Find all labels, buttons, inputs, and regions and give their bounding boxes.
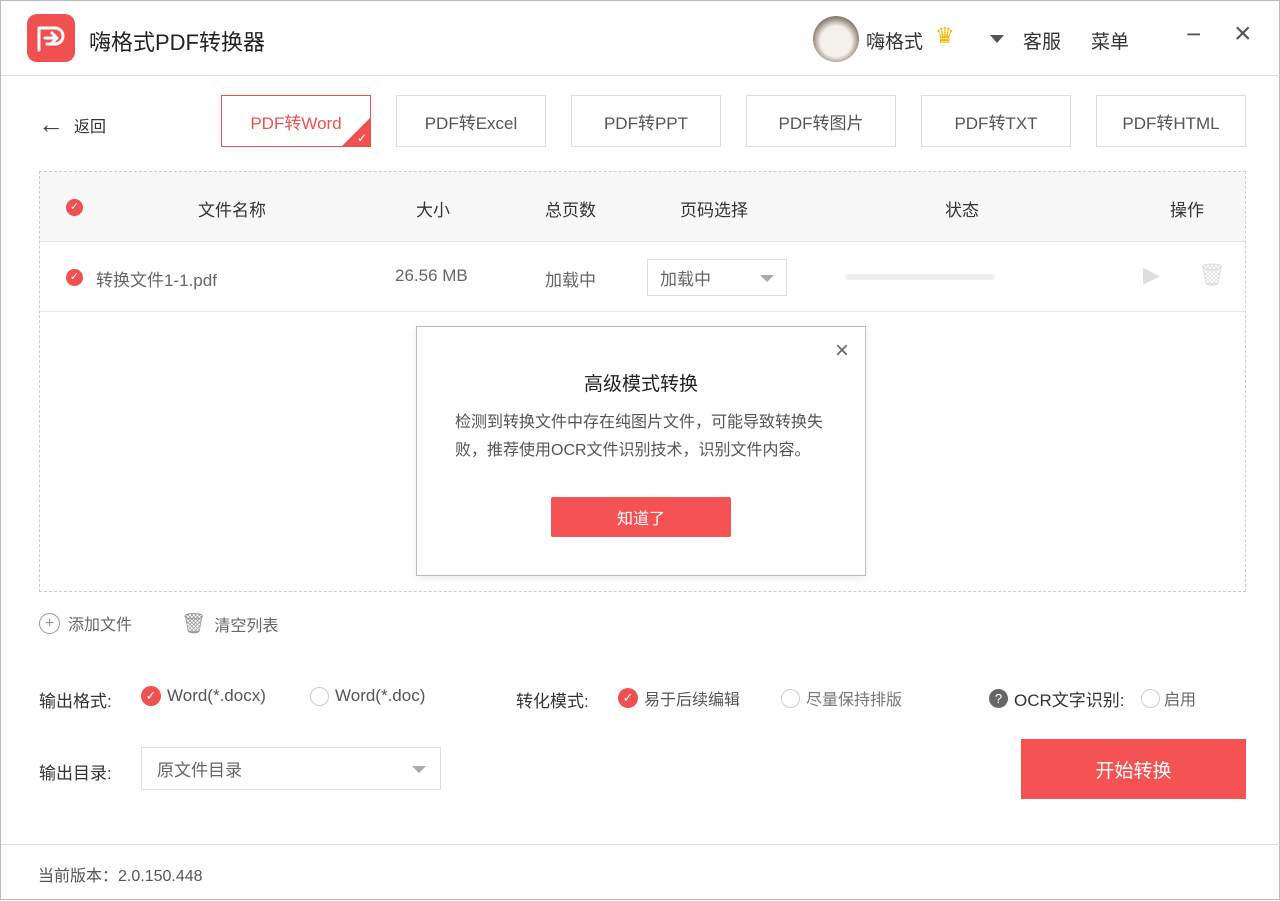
ocr-option: ? OCR文字识别: <box>989 686 1125 711</box>
file-name: 转换文件1-1.pdf <box>96 271 217 290</box>
header-action: 操作 <box>1170 201 1204 220</box>
output-dir-select[interactable]: 原文件目录 <box>141 747 441 790</box>
select-all-checkbox[interactable]: ✓ <box>66 199 83 216</box>
add-file-button[interactable]: + 添加文件 <box>39 611 132 635</box>
tab-pdf-to-excel[interactable]: PDF转Excel <box>396 95 546 147</box>
close-button[interactable]: × <box>1234 19 1252 49</box>
start-convert-button[interactable]: 开始转换 <box>1021 739 1246 799</box>
page-range-select[interactable]: 加载中 <box>647 259 787 296</box>
ocr-label: OCR文字识别: <box>1014 691 1125 710</box>
row-checkbox[interactable]: ✓ <box>66 269 83 286</box>
version-text: 当前版本：2.0.150.448 <box>38 868 203 885</box>
play-icon[interactable]: ▶ <box>1143 262 1160 288</box>
check-icon: ✓ <box>356 131 367 145</box>
header-size: 大小 <box>416 201 450 220</box>
checked-icon: ✓ <box>141 686 161 706</box>
tab-pdf-to-ppt[interactable]: PDF转PPT <box>571 95 721 147</box>
output-dir-label: 输出目录: <box>39 764 112 783</box>
checked-icon: ✓ <box>618 688 638 708</box>
header-status: 状态 <box>945 201 979 220</box>
chevron-down-icon <box>412 765 426 773</box>
trash-icon[interactable]: 🗑 <box>1198 262 1226 288</box>
dialog-message: 检测到转换文件中存在纯图片文件，可能导致转换失败，推荐使用OCR文件识别技术，识… <box>455 414 824 459</box>
header-name: 文件名称 <box>198 201 266 220</box>
support-button[interactable]: 客服 <box>1023 27 1061 54</box>
clear-list-button[interactable]: 🗑 清空列表 <box>181 611 278 636</box>
output-dir-value: 原文件目录 <box>157 761 242 780</box>
chevron-down-icon <box>760 274 774 282</box>
page-range-value: 加载中 <box>660 270 711 289</box>
mode-layout-radio[interactable]: 尽量保持排版 <box>781 686 902 710</box>
app-logo <box>27 14 75 62</box>
tab-pdf-to-txt[interactable]: PDF转TXT <box>921 95 1071 147</box>
app-title: 嗨格式PDF转换器 <box>89 30 266 55</box>
tab-pdf-to-word[interactable]: PDF转Word ✓ <box>221 95 371 147</box>
tab-pdf-to-html[interactable]: PDF转HTML <box>1096 95 1246 147</box>
radio-icon <box>781 688 800 708</box>
dialog-title: 高级模式转换 <box>583 374 698 395</box>
format-docx-label: Word(*.docx) <box>167 686 266 705</box>
ocr-enable-label: 启用 <box>1164 692 1197 709</box>
ocr-enable-radio[interactable]: 启用 <box>1141 686 1196 710</box>
menu-button[interactable]: 菜单 <box>1091 27 1129 54</box>
format-doc-label: Word(*.doc) <box>335 686 426 705</box>
back-button[interactable]: ← 返回 <box>38 109 106 140</box>
add-file-label: 添加文件 <box>68 617 133 634</box>
back-label: 返回 <box>74 118 107 136</box>
format-doc-radio[interactable]: Word(*.doc) <box>310 686 425 706</box>
output-format-label: 输出格式: <box>39 692 112 711</box>
advanced-mode-dialog: × 高级模式转换 检测到转换文件中存在纯图片文件，可能导致转换失败，推荐使用OC… <box>416 326 866 576</box>
plus-circle-icon: + <box>39 612 60 634</box>
minimize-button[interactable]: − <box>1186 19 1201 50</box>
tab-label: PDF转Word <box>250 113 342 133</box>
header-range: 页码选择 <box>680 201 748 220</box>
mode-edit-label: 易于后续编辑 <box>644 692 741 709</box>
table-header: ✓ 文件名称 大小 总页数 页码选择 状态 操作 <box>40 172 1245 242</box>
mode-layout-label: 尽量保持排版 <box>806 692 903 709</box>
clear-list-label: 清空列表 <box>214 617 279 635</box>
table-row: ✓ 转换文件1-1.pdf 26.56 MB 加载中 加载中 ▶ 🗑 <box>40 242 1245 312</box>
trash-icon: 🗑 <box>181 613 207 635</box>
mode-label: 转化模式: <box>516 692 589 711</box>
file-size: 26.56 MB <box>395 266 468 285</box>
header-pages: 总页数 <box>545 201 596 220</box>
vip-crown-icon: ♛ <box>935 23 955 48</box>
footer: 当前版本：2.0.150.448 <box>1 844 1280 901</box>
mode-edit-radio[interactable]: ✓ 易于后续编辑 <box>618 686 740 710</box>
radio-icon <box>310 686 329 706</box>
close-icon[interactable]: × <box>835 337 849 365</box>
format-docx-radio[interactable]: ✓ Word(*.docx) <box>141 686 266 706</box>
help-icon[interactable]: ? <box>989 689 1008 708</box>
progress-bar <box>845 274 995 280</box>
ok-button[interactable]: 知道了 <box>551 497 731 537</box>
arrow-left-icon: ← <box>38 109 64 139</box>
user-dropdown-icon[interactable] <box>990 35 1004 43</box>
tab-pdf-to-image[interactable]: PDF转图片 <box>746 95 896 147</box>
avatar[interactable] <box>813 16 859 62</box>
username[interactable]: 嗨格式 <box>866 27 923 54</box>
title-bar: 嗨格式PDF转换器 嗨格式 ♛ 客服 菜单 − × <box>1 1 1280 76</box>
file-pages: 加载中 <box>545 271 596 290</box>
radio-icon <box>1141 688 1160 708</box>
